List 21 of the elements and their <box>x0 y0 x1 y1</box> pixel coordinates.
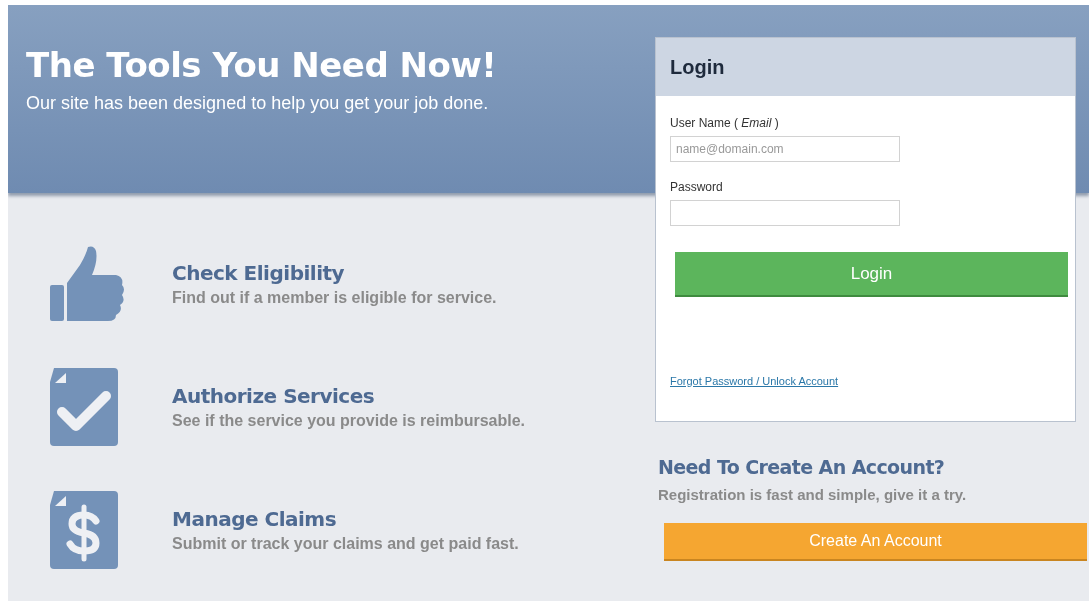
feature-title: Check Eligibility <box>172 261 346 285</box>
login-title: Login <box>670 55 725 79</box>
create-account-button[interactable]: Create An Account <box>664 523 1087 561</box>
feature-title: Authorize Services <box>172 384 376 408</box>
forgot-password-link[interactable]: Forgot Password / Unlock Account <box>670 375 839 387</box>
feature-description: See if the service you provide is reimbursable. <box>172 412 526 430</box>
hero-title: The Tools You Need Now! <box>26 45 498 85</box>
username-label: User Name ( Email ) <box>670 116 779 130</box>
password-field[interactable] <box>670 200 900 226</box>
register-text: Registration is fast and simple, give it a try. <box>658 486 968 503</box>
hero-subtitle: Our site has been designed to help you get your job done. <box>26 93 490 114</box>
feature-description: Submit or track your claims and get paid fast. <box>172 535 519 553</box>
dollar-document-icon <box>50 491 118 569</box>
password-label: Password <box>670 180 723 194</box>
thumbs-up-icon <box>50 245 126 323</box>
login-button[interactable]: Login <box>675 252 1068 297</box>
feature-title: Manage Claims <box>172 507 338 531</box>
feature-description: Find out if a member is eligible for service. <box>172 289 497 307</box>
checked-document-icon <box>50 368 118 446</box>
register-title: Need To Create An Account? <box>658 456 946 478</box>
username-field[interactable]: name@domain.com <box>670 136 900 162</box>
